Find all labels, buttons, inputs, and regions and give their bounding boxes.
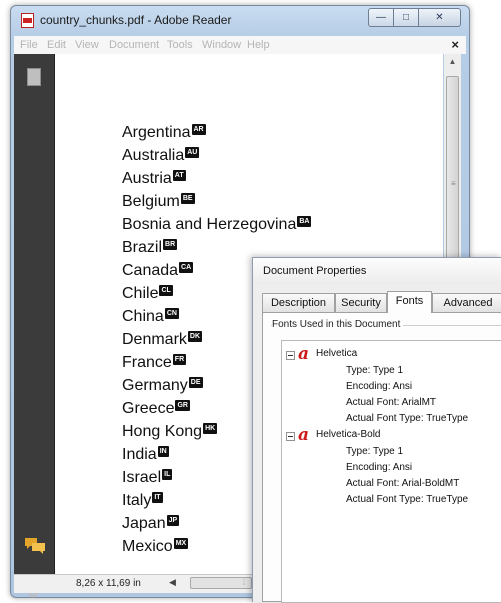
dialog-title[interactable]: Document Properties [253, 258, 501, 284]
country-code-badge: FR [172, 354, 187, 365]
font-actual: Actual Font: ArialMT [346, 397, 437, 408]
country-code-badge: AU [185, 147, 200, 158]
tab-description[interactable]: Description [262, 293, 335, 312]
font-type: Type: Type 1 [346, 446, 404, 457]
font-name: Helvetica [316, 348, 358, 359]
menu-help[interactable]: Help [247, 39, 270, 51]
scroll-left-icon[interactable]: ◀ [169, 577, 176, 588]
pdf-file-icon [21, 13, 34, 28]
font-name: Helvetica-Bold [316, 429, 381, 440]
font-type-icon: a [298, 425, 310, 445]
font-encoding: Encoding: Ansi [346, 462, 413, 473]
list-item: Argentina AR [122, 124, 206, 141]
country-code-badge: CA [179, 262, 194, 273]
collapse-minus-icon[interactable] [286, 432, 295, 441]
font-type-icon: a [298, 344, 310, 364]
country-code-badge: AT [172, 170, 186, 181]
page-thumbnail-icon[interactable] [27, 68, 41, 86]
scroll-up-icon[interactable]: ▲ [444, 54, 461, 70]
list-item: Brazil BR [122, 239, 178, 256]
list-item: Belgium BE [122, 193, 195, 210]
minimize-button[interactable]: — [368, 8, 394, 27]
comment-bubbles-icon[interactable] [23, 536, 47, 556]
font-actual-type: Actual Font Type: TrueType [346, 494, 469, 505]
fonts-group-label: Fonts Used in this Document [272, 319, 404, 330]
country-code-badge: MX [173, 538, 189, 549]
menu-bar: File Edit View Document Tools Window Hel… [14, 36, 466, 54]
list-item: Bosnia and Herzegovina BA [122, 216, 312, 233]
country-code-badge: IN [157, 446, 169, 457]
country-code-badge: IL [162, 469, 173, 480]
country-code-badge: DK [187, 331, 203, 342]
menu-tools[interactable]: Tools [167, 39, 193, 51]
menu-edit[interactable]: Edit [47, 39, 66, 51]
font-type: Type: Type 1 [346, 365, 404, 376]
tab-fonts[interactable]: Fonts [387, 291, 432, 313]
font-actual: Actual Font: Arial-BoldMT [346, 478, 460, 489]
grip-icon: ≡ [451, 179, 456, 188]
country-code-badge: IT [152, 492, 163, 503]
country-code-badge: HK [203, 423, 218, 434]
maximize-button[interactable]: □ [393, 8, 419, 27]
country-code-badge: CL [159, 285, 173, 296]
document-properties-dialog: Document Properties Description Security… [252, 257, 501, 603]
font-actual-type: Actual Font Type: TrueType [346, 413, 469, 424]
window-title: country_chunks.pdf - Adobe Reader [40, 13, 232, 27]
tab-security[interactable]: Security [335, 293, 387, 312]
navigation-panel [14, 54, 55, 598]
country-code-badge: JP [166, 515, 180, 526]
list-item: Australia AU [122, 147, 200, 164]
close-button[interactable]: ✕ [418, 8, 461, 27]
menu-view[interactable]: View [75, 39, 99, 51]
fonts-tree[interactable]: a Helvetica Type: Type 1 Encoding: Ansi … [281, 340, 501, 603]
list-item: Austria AT [122, 170, 186, 187]
grip-icon: ⦙ [243, 577, 246, 587]
collapse-minus-icon[interactable] [286, 351, 295, 360]
country-code-badge: GR [175, 400, 190, 411]
close-document-button[interactable]: × [451, 37, 459, 52]
menu-file[interactable]: File [20, 39, 38, 51]
menu-document[interactable]: Document [109, 39, 159, 51]
country-code-badge: AR [191, 124, 206, 135]
country-code-badge: BA [297, 216, 312, 227]
menu-window[interactable]: Window [202, 39, 241, 51]
country-code-badge: DE [188, 377, 203, 388]
country-code-badge: BR [163, 239, 178, 250]
font-encoding: Encoding: Ansi [346, 381, 413, 392]
title-bar[interactable]: country_chunks.pdf - Adobe Reader — □ ✕ [11, 6, 469, 34]
country-code-badge: BE [180, 193, 195, 204]
country-code-badge: CN [164, 308, 179, 319]
fonts-tab-panel: Fonts Used in this Document a Helvetica … [262, 312, 501, 603]
tab-advanced[interactable]: Advanced [432, 293, 501, 312]
page-size-label: 8,26 x 11,69 in [76, 578, 141, 589]
horizontal-scrollbar-thumb[interactable]: ⦙ [190, 577, 252, 589]
